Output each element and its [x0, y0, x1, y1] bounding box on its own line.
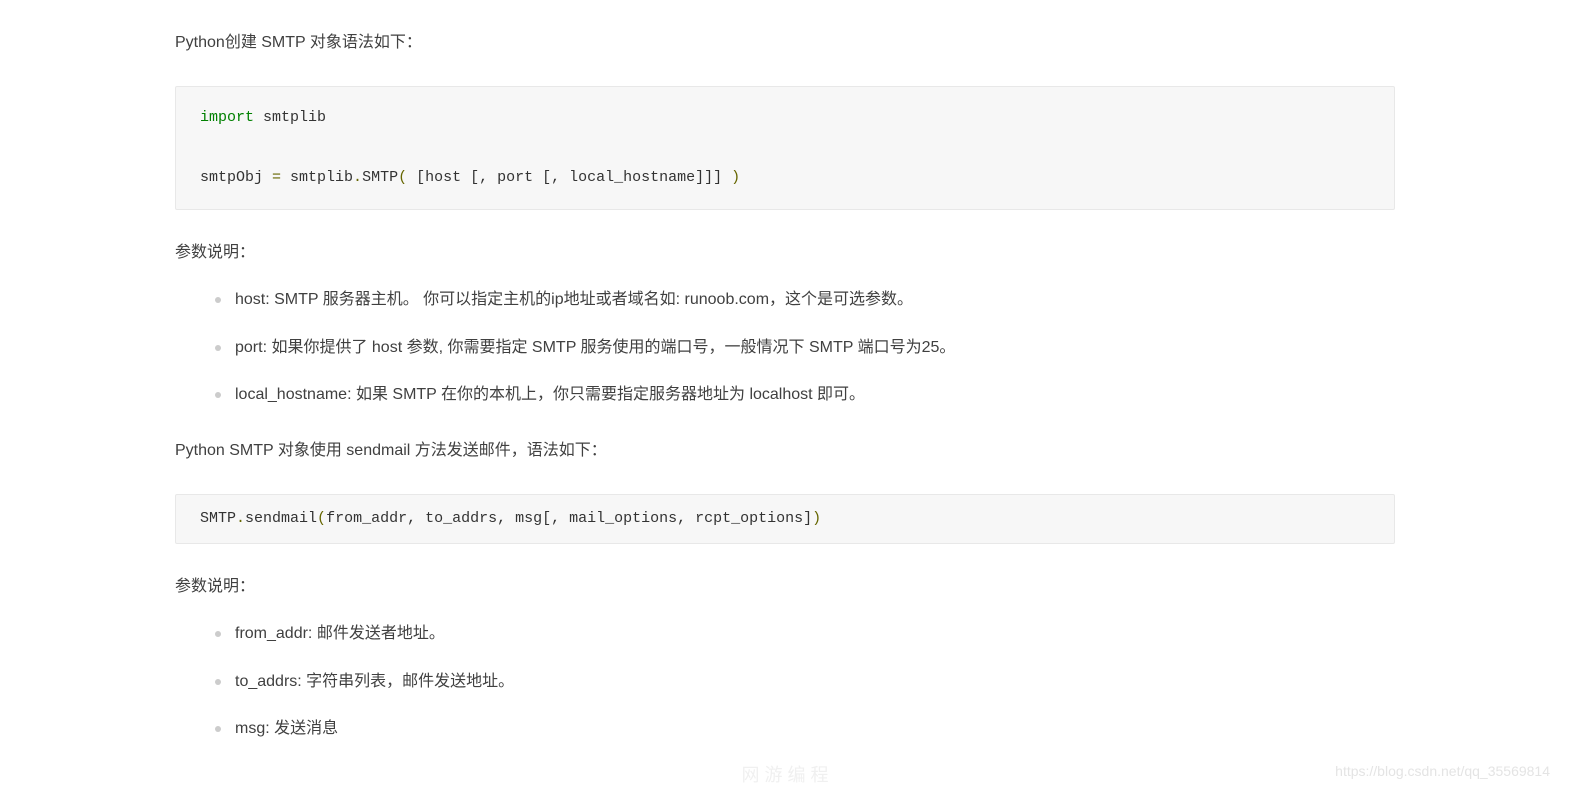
params-label-1: 参数说明： [175, 240, 1395, 266]
code-block-smtp-create: import smtplib smtpObj = smtplib.SMTP( [… [175, 86, 1395, 210]
list-item: host: SMTP 服务器主机。 你可以指定主机的ip地址或者域名如: run… [215, 287, 1395, 313]
list-item: local_hostname: 如果 SMTP 在你的本机上，你只需要指定服务器… [215, 382, 1395, 408]
code-block-sendmail: SMTP.sendmail(from_addr, to_addrs, msg[,… [175, 494, 1395, 544]
params-list-1: host: SMTP 服务器主机。 你可以指定主机的ip地址或者域名如: run… [175, 287, 1395, 408]
sendmail-intro: Python SMTP 对象使用 sendmail 方法发送邮件，语法如下： [175, 438, 1395, 464]
list-item: msg: 发送消息 [215, 716, 1395, 742]
intro-paragraph: Python创建 SMTP 对象语法如下： [175, 30, 1395, 56]
list-item: to_addrs: 字符串列表，邮件发送地址。 [215, 669, 1395, 695]
params-label-2: 参数说明： [175, 574, 1395, 600]
list-item: port: 如果你提供了 host 参数, 你需要指定 SMTP 服务使用的端口… [215, 335, 1395, 361]
list-item: from_addr: 邮件发送者地址。 [215, 621, 1395, 647]
params-list-2: from_addr: 邮件发送者地址。 to_addrs: 字符串列表，邮件发送… [175, 621, 1395, 742]
